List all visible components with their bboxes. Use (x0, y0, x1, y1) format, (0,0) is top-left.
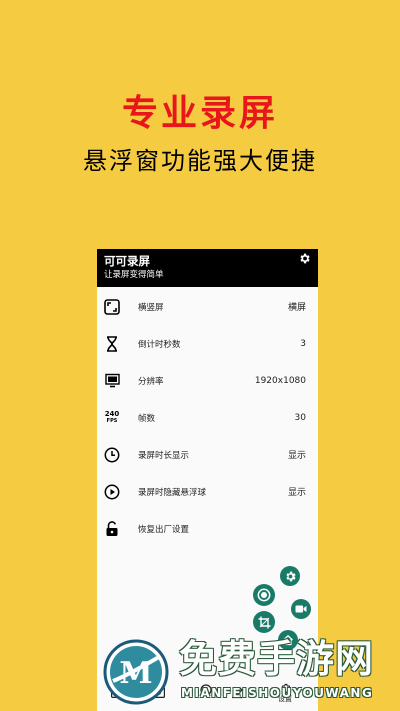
setting-row-countdown[interactable]: 倒计时秒数 3 (97, 325, 318, 362)
setting-value: 显示 (287, 451, 306, 461)
setting-value: 30 (294, 412, 306, 423)
float-crop-button[interactable] (253, 611, 275, 633)
hero-section: 专业录屏 悬浮窗功能强大便捷 (0, 92, 400, 176)
setting-row-orientation[interactable]: 横竖屏 横屏 (97, 288, 318, 325)
app-header: 可可录屏 让录屏变得简单 (97, 249, 318, 287)
crop-icon (258, 616, 270, 628)
clock-icon (104, 447, 120, 463)
app-subtitle: 让录屏变得简单 (104, 270, 164, 280)
gear-icon (285, 571, 296, 581)
setting-label: 录屏时长显示 (138, 450, 190, 461)
float-settings-button[interactable] (280, 566, 300, 586)
watermark-logo-letter: M (119, 656, 152, 691)
setting-label: 录屏时隐藏悬浮球 (138, 487, 207, 498)
setting-label: 分辨率 (138, 376, 164, 387)
setting-value: 横屏 (287, 303, 306, 313)
fps-icon: 240 FPS (104, 410, 120, 426)
watermark-logo-icon: M (103, 639, 169, 705)
unlock-icon (104, 520, 120, 537)
fps-icon-number: 240 (104, 409, 120, 418)
gear-icon[interactable] (298, 252, 311, 265)
app-title: 可可录屏 (104, 254, 150, 268)
setting-label: 横竖屏 (138, 302, 164, 313)
setting-row-duration[interactable]: 录屏时长显示 显示 (97, 436, 318, 473)
watermark: M 免费手游网 MIANFEISHOUYOUWANG (103, 634, 393, 709)
setting-label: 恢复出厂设置 (138, 524, 190, 535)
screen-rotate-icon (104, 298, 120, 315)
hero-subtitle: 悬浮窗功能强大便捷 (83, 147, 317, 175)
setting-row-fps[interactable]: 240 FPS 帧数 30 (97, 399, 318, 436)
play-circle-icon (104, 484, 120, 500)
setting-value: 显示 (287, 488, 306, 498)
float-camera-button[interactable] (291, 599, 311, 619)
setting-value: 1920x1080 (254, 375, 306, 386)
watermark-subtext: MIANFEISHOUYOUWANG (181, 686, 374, 700)
setting-label: 帧数 (138, 413, 156, 424)
hourglass-icon (104, 335, 120, 352)
setting-row-reset[interactable]: 恢复出厂设置 (97, 510, 318, 547)
video-camera-icon (295, 605, 307, 613)
hero-title: 专业录屏 (121, 93, 278, 134)
setting-value: 3 (300, 338, 306, 349)
setting-label: 倒计时秒数 (138, 339, 181, 350)
watermark-text: 免费手游网 (179, 637, 375, 681)
fps-icon-label: FPS (106, 417, 118, 424)
monitor-icon (104, 373, 120, 389)
record-icon (257, 588, 271, 602)
setting-row-hide-float[interactable]: 录屏时隐藏悬浮球 显示 (97, 473, 318, 510)
float-record-button[interactable] (253, 584, 275, 606)
settings-list: 横竖屏 横屏 倒计时秒数 3 分辨率 1920x1080 240 FPS 帧数 … (97, 287, 318, 547)
setting-row-resolution[interactable]: 分辨率 1920x1080 (97, 362, 318, 399)
